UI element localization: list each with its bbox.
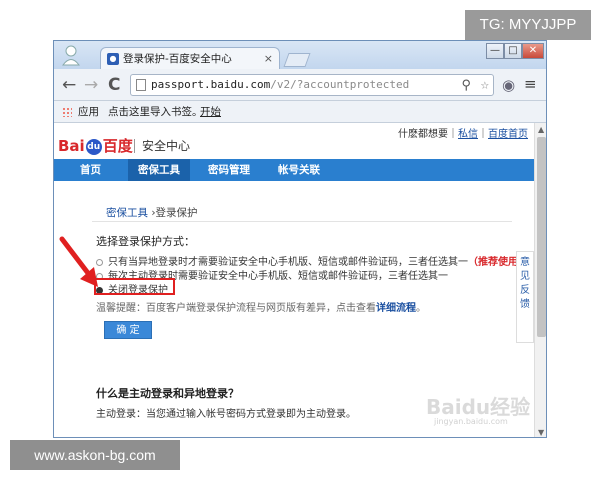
scroll-down-icon[interactable]: ▼ xyxy=(538,428,544,437)
extension-globe-icon[interactable]: ◉ xyxy=(502,76,515,94)
red-arrow-icon xyxy=(59,236,98,287)
menu-icon[interactable]: ≡ xyxy=(524,75,537,93)
baidu-paw-icon: du xyxy=(85,138,102,155)
scroll-up-icon[interactable]: ▲ xyxy=(538,125,544,134)
bookmarks-bar: 应用 点击这里导入书签。 开始 xyxy=(54,101,546,123)
section-label: 选择登录保护方式： xyxy=(96,235,195,248)
minimize-button[interactable]: — xyxy=(486,43,504,59)
browser-toolbar: ← → C passport.baidu.com/v2/?accountprot… xyxy=(54,69,546,101)
profile-avatar-icon[interactable] xyxy=(62,44,80,66)
baidu-jingyan-url: jingyan.baidu.com xyxy=(434,417,508,426)
breadcrumb-arrow: › xyxy=(148,207,156,219)
baidu-favicon-icon: ● xyxy=(107,52,119,65)
address-bar[interactable]: passport.baidu.com/v2/?accountprotected … xyxy=(130,74,494,96)
search-icon[interactable]: ⚲ xyxy=(461,76,471,95)
page-icon xyxy=(136,79,146,91)
baidu-home-link[interactable]: 百度首页 xyxy=(488,129,528,140)
top-links: 什麽都想要｜私信｜百度首页 xyxy=(398,125,528,140)
hint-end: 。 xyxy=(416,303,426,314)
nav-home[interactable]: 首页 xyxy=(80,159,101,181)
breadcrumb-parent[interactable]: 密保工具 xyxy=(106,207,148,219)
baidu-logo[interactable]: Bai du 百度 xyxy=(58,135,133,156)
faq-text: 主动登录：当您通过输入帐号密码方式登录即为主动登录。 xyxy=(96,409,356,420)
site-watermark: www.askon-bg.com xyxy=(10,440,180,470)
maximize-button[interactable]: □ xyxy=(504,43,522,59)
option-remote-login[interactable]: 只有当异地登录时才需要验证安全中心手机版、短信或邮件验证码，三者任选其一（推荐使… xyxy=(96,253,528,268)
feedback-button[interactable]: 意 见 反 馈 xyxy=(516,251,534,343)
apps-grid-icon xyxy=(62,107,72,117)
logo-divider xyxy=(134,139,135,153)
feedback-char: 反 xyxy=(520,285,530,296)
vertical-scrollbar[interactable]: ▲ ▼ xyxy=(534,123,546,437)
scroll-thumb[interactable] xyxy=(537,137,546,337)
tg-watermark: TG: MYYJJPP xyxy=(465,10,591,40)
divider xyxy=(92,221,512,222)
private-message-link[interactable]: 私信 xyxy=(458,129,478,140)
breadcrumb-current: 登录保护 xyxy=(155,207,198,219)
nav-account-link[interactable]: 帐号关联 xyxy=(278,159,320,181)
bookmark-import-link[interactable]: 点击这里导入书签。 xyxy=(108,101,203,123)
url-host: passport.baidu.com xyxy=(151,78,271,91)
bookmark-apps[interactable]: 应用 xyxy=(78,101,99,123)
faq-title: 什么是主动登录和异地登录？ xyxy=(96,387,239,400)
bookmark-start-link[interactable]: 开始 xyxy=(200,101,221,123)
bookmark-star-icon[interactable]: ☆ xyxy=(481,75,489,95)
nav-security-tools[interactable]: 密保工具 xyxy=(128,159,190,181)
hint-body: 温馨提醒：百度客户端登录保护流程与网页版有差异，点击查看 xyxy=(96,303,376,314)
feedback-char: 见 xyxy=(520,271,530,282)
screenshot: TG: MYYJJPP ● 登录保护-百度安全中心 × — □ ✕ ← → C … xyxy=(0,0,600,480)
hint-text: 温馨提醒：百度客户端登录保护流程与网页版有差异，点击查看详细流程。 xyxy=(96,299,426,314)
confirm-button[interactable]: 确 定 xyxy=(104,321,152,339)
logo-cn: 百度 xyxy=(102,137,133,155)
baidu-jingyan-watermark: Baidu经验 xyxy=(426,395,531,419)
feedback-char: 意 xyxy=(520,257,530,268)
breadcrumb: 密保工具 ›登录保护 xyxy=(106,205,198,220)
main-nav: 首页 密保工具 密码管理 帐号关联 xyxy=(54,159,534,181)
tab-close-icon[interactable]: × xyxy=(264,52,273,65)
tab-baidu-security[interactable]: ● 登录保护-百度安全中心 × xyxy=(100,47,280,69)
close-window-button[interactable]: ✕ xyxy=(522,43,544,59)
tab-title: 登录保护-百度安全中心 xyxy=(123,53,232,65)
back-icon[interactable]: ← xyxy=(62,75,76,95)
url-path: /v2/?accountprotected xyxy=(270,78,410,91)
logo-bai: Bai xyxy=(58,137,85,155)
username[interactable]: 什麽都想要｜ xyxy=(398,129,458,140)
title-bar: ● 登录保护-百度安全中心 × — □ ✕ xyxy=(54,41,546,69)
red-highlight-box xyxy=(94,278,175,295)
browser-window: ● 登录保护-百度安全中心 × — □ ✕ ← → C passport.bai… xyxy=(53,40,547,438)
details-link[interactable]: 详细流程 xyxy=(376,303,416,314)
link-separator: ｜ xyxy=(478,129,488,140)
new-tab-button[interactable] xyxy=(283,53,311,67)
forward-icon[interactable]: → xyxy=(84,75,98,95)
feedback-char: 馈 xyxy=(520,299,530,310)
nav-password[interactable]: 密码管理 xyxy=(208,159,250,181)
page-viewport: Bai du 百度 安全中心 什麽都想要｜私信｜百度首页 首页 密保工具 密码管理 … xyxy=(54,123,534,437)
site-name: 安全中心 xyxy=(142,139,191,153)
reload-icon[interactable]: C xyxy=(108,75,120,95)
